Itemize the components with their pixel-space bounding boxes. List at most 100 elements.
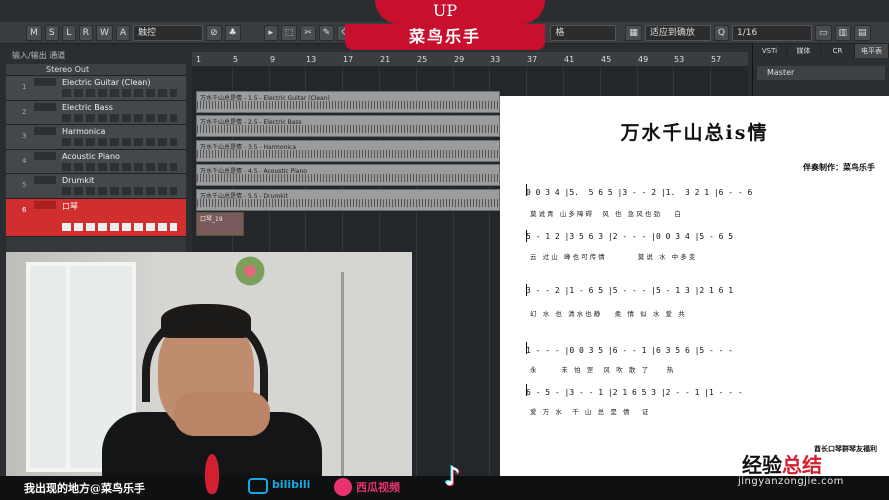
score-row: 3 - - 2 |1 - 6 5 |5 - - - |5 - 1 3 |2 1 … — [526, 286, 734, 295]
track-drumkit[interactable]: 5 Drumkit — [6, 174, 186, 199]
window-layout-icon[interactable]: ▭ — [815, 24, 832, 41]
ruler-bar-label: 37 — [527, 55, 538, 64]
watermark-title: 经验总结 — [742, 453, 822, 477]
ruler-bar-label: 13 — [306, 55, 317, 64]
track-number: 2 — [22, 107, 27, 116]
ruler-bar-label: 33 — [490, 55, 501, 64]
panel-toggle-icon-2[interactable]: ▤ — [854, 24, 871, 41]
edit-mode-icon[interactable]: ♣ — [224, 24, 241, 41]
track-controls[interactable] — [62, 222, 177, 231]
song-title: 万水千山总is情 — [620, 122, 769, 144]
lyrics-row: 莫 说 青 山 多 障 碍 风 也 急 风 也 劲 白 — [530, 210, 681, 218]
toolbar-button-a[interactable]: A — [115, 24, 131, 41]
track-number: 5 — [22, 181, 27, 189]
tab-media[interactable]: 媒体 — [787, 44, 821, 58]
track-controls[interactable] — [62, 113, 177, 122]
timeline-ruler[interactable]: 1 5 9 13 17 21 25 29 33 37 41 45 49 53 5… — [192, 52, 748, 66]
sheet-footer: 酋长口琴群琴友福利 — [814, 444, 877, 453]
split-tool-icon[interactable]: ✂ — [300, 24, 316, 41]
webcam-feed — [6, 252, 412, 476]
right-zone-panel: VSTi 媒体 CR 电平表 Master — [752, 44, 889, 104]
panel-toggle-icon[interactable]: ▥ — [834, 24, 852, 41]
range-tool-icon[interactable]: ⬚ — [280, 24, 298, 41]
caption-text: 我出现的地方@菜鸟乐手 — [24, 482, 145, 495]
clip-electric-guitar[interactable]: 万水千山总是情 - 1.5 - Electric Guitar (Clean) — [196, 91, 500, 113]
track-mute-solo[interactable] — [34, 176, 56, 184]
track-electric-guitar[interactable]: 1 Electric Guitar (Clean) — [6, 76, 186, 101]
track-list-panel: 输入/输出 通道 Stereo Out 1 Electric Guitar (C… — [6, 48, 186, 252]
score-row: 0 0 3 4 |5. 5 6 5 |3 - - 2 |1. 3 2 1 |6 … — [526, 188, 753, 197]
bird-logo-icon — [205, 454, 219, 494]
lyrics-row: 永 未 怕 罡 风 吹 散 了 热 — [530, 366, 674, 374]
ruler-bar-label: 1 — [196, 55, 202, 64]
quantize-select[interactable]: 1/16 — [732, 24, 812, 41]
snap-type-select[interactable]: 适应到确放 — [644, 24, 711, 41]
automation-icon[interactable]: ⊘ — [206, 24, 222, 41]
track-number: 1 — [22, 83, 27, 91]
toolbar-button-w[interactable]: W — [96, 24, 113, 41]
bilibili-label: bilibili — [272, 478, 311, 491]
score-row: 5 - 1 2 |3 5 6 3 |2 - - - |0 0 3 4 |5 - … — [526, 232, 734, 241]
touch-mode-select[interactable]: 触控 — [133, 24, 204, 41]
track-harmonica-audio[interactable]: 6 口琴 — [6, 198, 186, 237]
track-mute-solo[interactable] — [34, 78, 56, 86]
draw-tool-icon[interactable]: ✎ — [318, 24, 335, 41]
ruler-bar-label: 5 — [233, 55, 239, 64]
bilibili-icon — [248, 478, 268, 494]
ruler-bar-label: 21 — [380, 55, 391, 64]
clip-harmonica-audio[interactable]: 口琴_19 — [196, 212, 244, 236]
tab-meter[interactable]: 电平表 — [855, 44, 889, 58]
track-controls[interactable] — [62, 89, 177, 97]
sheet-music: 万水千山总is情 伴奏制作：菜鸟乐手 0 0 3 4 |5. 5 6 5 |3 … — [500, 96, 889, 480]
hands-harmonica — [174, 392, 270, 436]
lyrics-row: 幻 水 也 清 水 也 静 柔 情 似 水 爱 共 — [530, 310, 685, 318]
watermark-url: jingyanzongjie.com — [738, 476, 844, 487]
track-controls[interactable] — [62, 187, 177, 195]
score-row: 6 - 5 - |3 - - 1 |2 1 6 5 3 |2 - - 1 |1 … — [526, 388, 743, 397]
toolbar-button-s[interactable]: S — [44, 24, 59, 41]
track-mute-solo[interactable] — [34, 127, 56, 135]
score-row: 1 - - - |0 0 3 5 |6 - - 1 |6 3 5 6 |5 - … — [526, 346, 734, 355]
ruler-bar-label: 53 — [674, 55, 685, 64]
toolbar-button-m[interactable]: M — [26, 24, 42, 41]
clip-drumkit[interactable]: 万水千山总是情 - 5.5 - Drumkit — [196, 189, 500, 211]
ruler-bar-label: 41 — [564, 55, 575, 64]
quantize-icon[interactable]: Q — [713, 24, 729, 41]
arranger-credit: 伴奏制作：菜鸟乐手 — [803, 162, 875, 172]
track-name: Drumkit — [62, 176, 95, 185]
master-channel[interactable]: Master — [757, 66, 885, 80]
clip-acoustic-piano[interactable]: 万水千山总是情 - 4.5 - Acoustic Piano — [196, 164, 500, 186]
track-electric-bass[interactable]: 2 Electric Bass — [6, 100, 186, 125]
douyin-icon: ♪ — [444, 462, 461, 492]
track-controls[interactable] — [62, 162, 177, 171]
toolbar-button-r[interactable]: R — [78, 24, 94, 41]
tab-vsti[interactable]: VSTi — [753, 44, 787, 58]
xigua-label: 西瓜视频 — [356, 481, 400, 494]
track-mute-solo[interactable] — [34, 151, 56, 160]
track-mute-solo[interactable] — [34, 200, 56, 209]
banner-name: 菜鸟乐手 — [345, 24, 545, 50]
snap-icon[interactable]: ▦ — [625, 24, 642, 41]
lyrics-row: 爱 万 水 千 山 总 是 情 证 — [530, 408, 649, 416]
xigua-icon — [334, 478, 352, 496]
track-name: 口琴 — [62, 201, 78, 211]
clip-electric-bass[interactable]: 万水千山总是情 - 2.5 - Electric Bass — [196, 115, 500, 137]
pointer-tool-icon[interactable]: ▸ — [263, 24, 278, 41]
track-panel-header: 输入/输出 通道 — [6, 48, 186, 64]
right-zone-tabs: VSTi 媒体 CR 电平表 — [753, 44, 889, 58]
app-window: M S L R W A 触控 ⊘ ♣ ▸ ⬚ ✂ ✎ ⌫ ✕ ⊕ ✋ 格 ▦ 适… — [0, 0, 889, 500]
track-number: 3 — [22, 132, 27, 140]
track-mute-solo[interactable] — [34, 102, 56, 111]
track-name: Acoustic Piano — [62, 151, 120, 161]
track-harmonica[interactable]: 3 Harmonica — [6, 125, 186, 150]
clip-harmonica[interactable]: 万水千山总是情 - 3.5 - Harmonica — [196, 140, 500, 162]
tab-cr[interactable]: CR — [821, 44, 855, 58]
track-controls[interactable] — [62, 138, 177, 146]
toolbar-button-l[interactable]: L — [61, 24, 76, 41]
format-select[interactable]: 格 — [550, 24, 617, 41]
track-number: 4 — [22, 156, 27, 165]
stereo-out-track[interactable]: Stereo Out — [6, 64, 186, 76]
flower-vase — [234, 256, 274, 286]
ruler-bar-label: 29 — [454, 55, 465, 64]
track-acoustic-piano[interactable]: 4 Acoustic Piano — [6, 149, 186, 174]
